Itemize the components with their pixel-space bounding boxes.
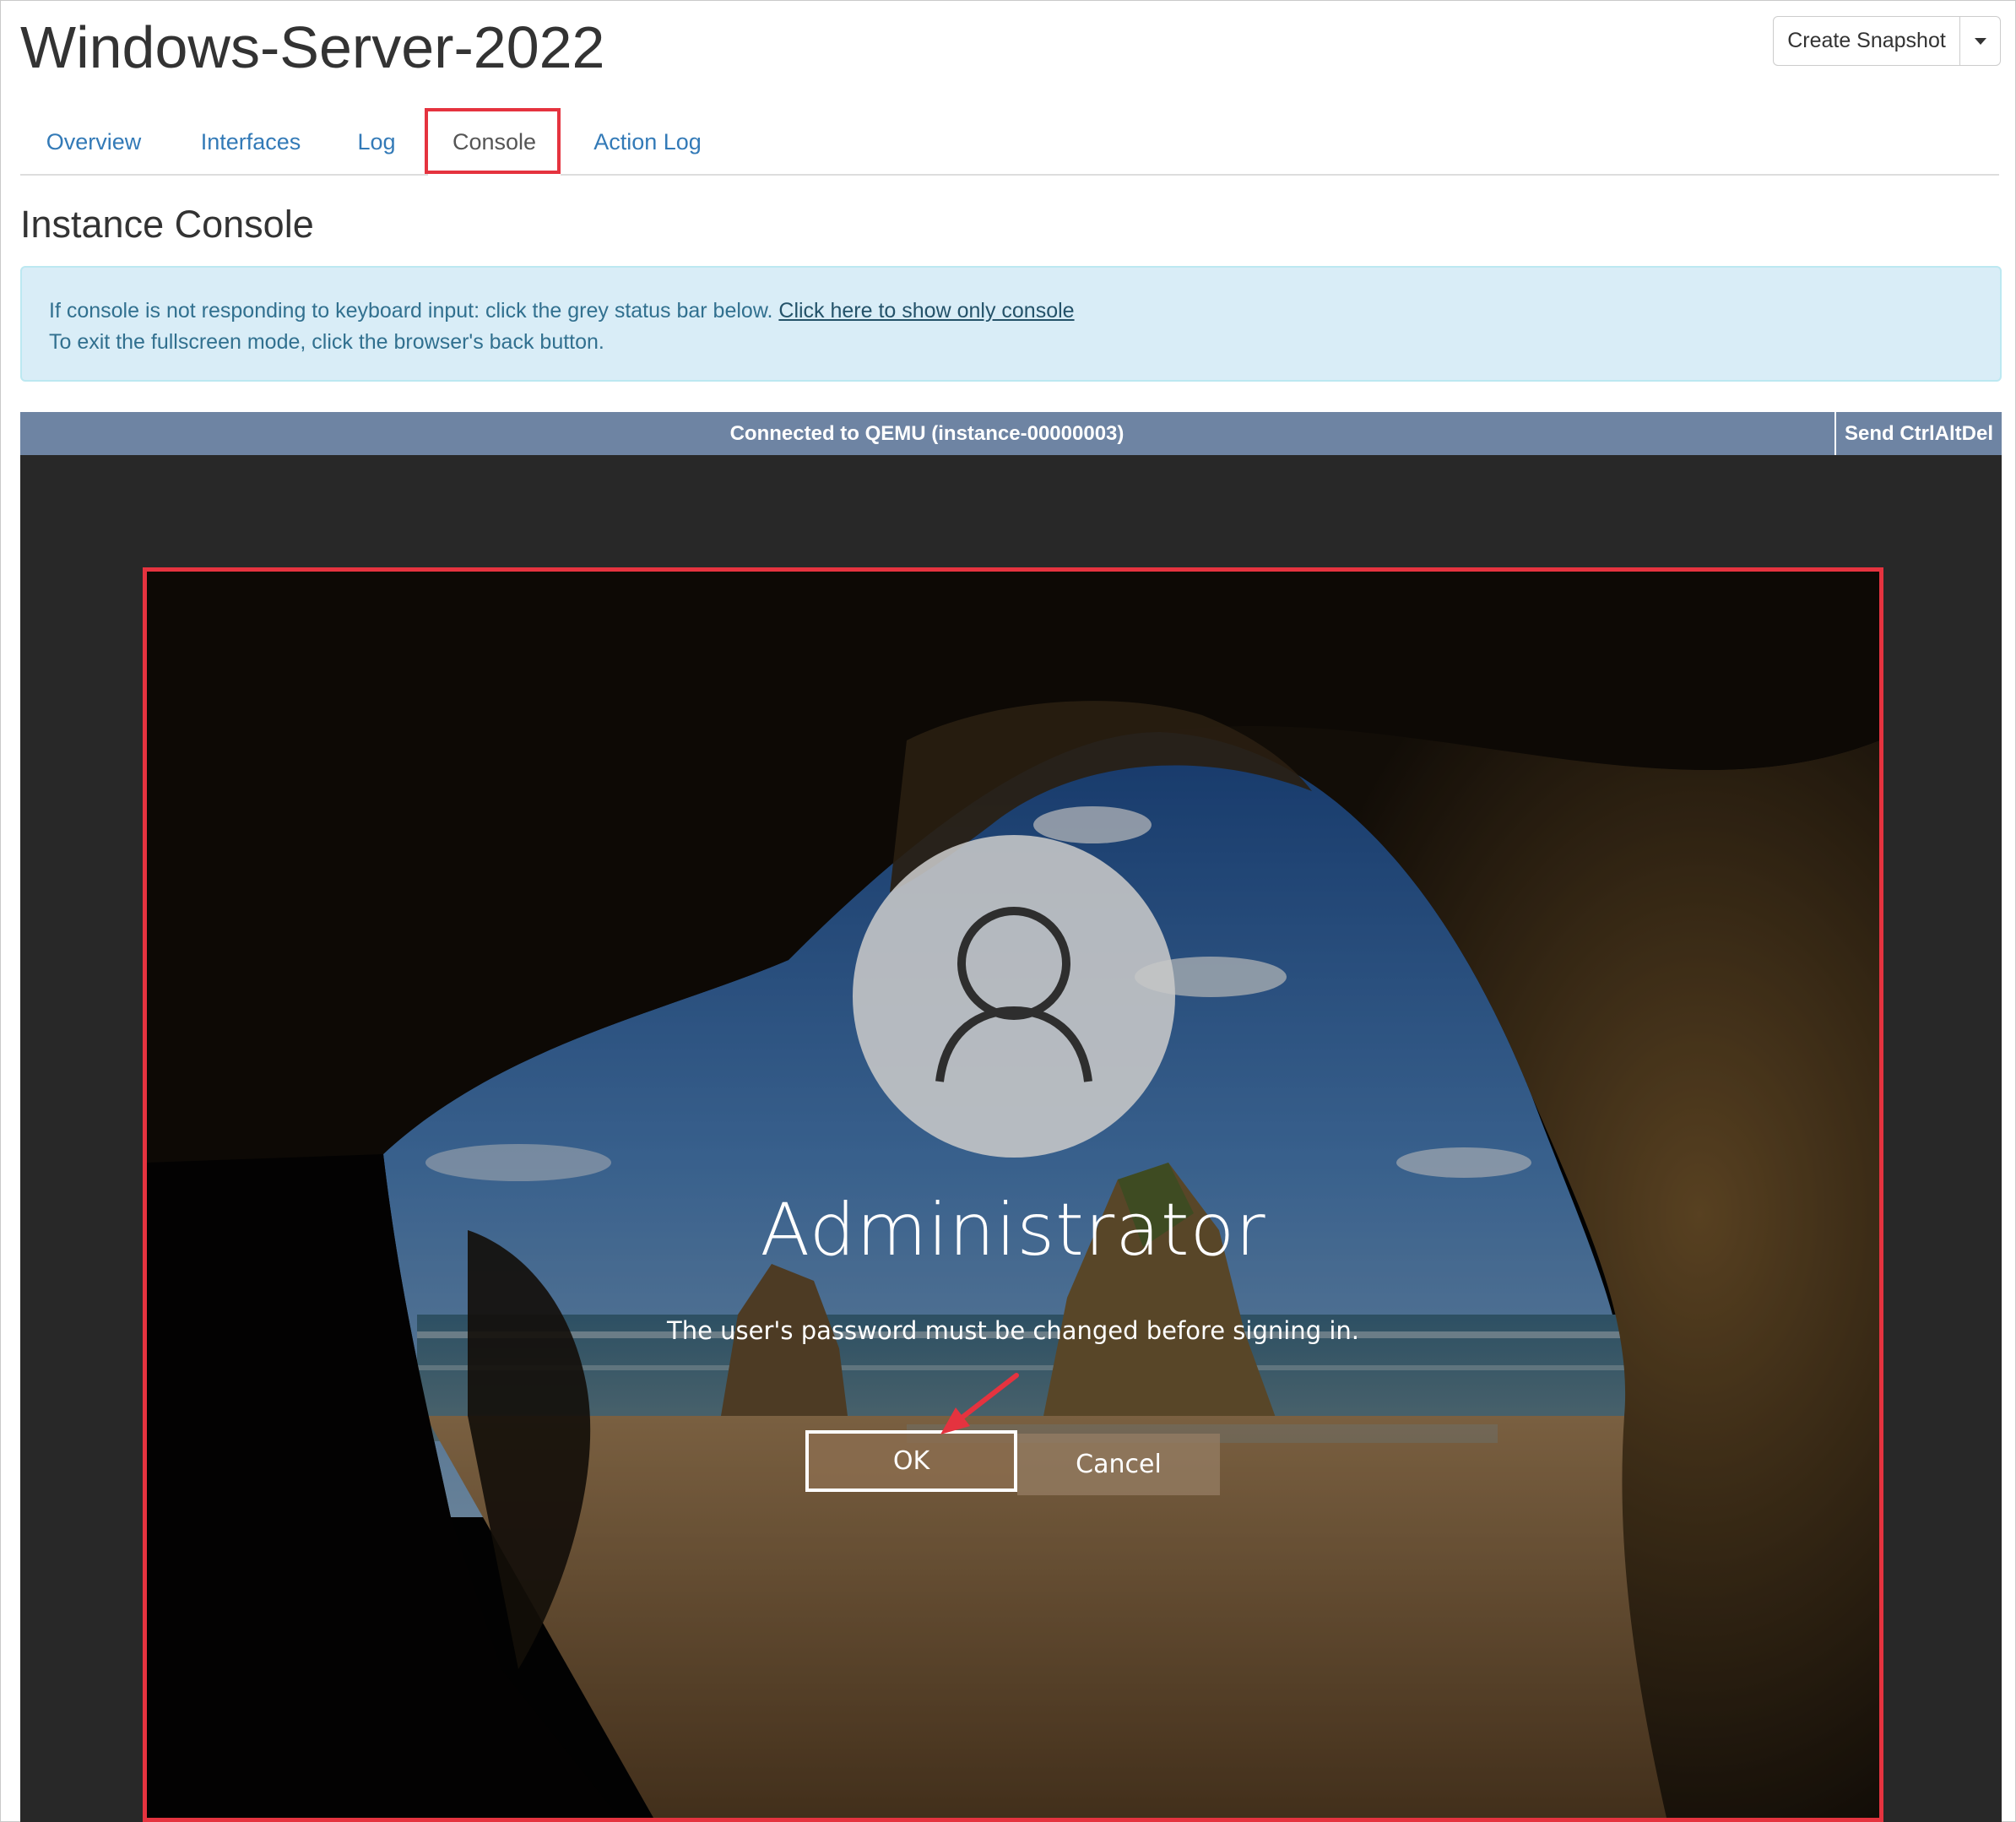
page-title: Windows-Server-2022 (20, 14, 605, 80)
create-snapshot-button[interactable]: Create Snapshot (1773, 16, 1960, 66)
caret-down-icon (1974, 37, 1986, 45)
snapshot-button-group: Create Snapshot (1773, 16, 2001, 66)
console-status-bar[interactable]: Connected to QEMU (instance-00000003) Se… (20, 412, 2002, 455)
info-alert: If console is not responding to keyboard… (20, 266, 2002, 382)
user-avatar (853, 835, 1175, 1158)
password-change-message: The user's password must be changed befo… (667, 1316, 1359, 1345)
cancel-button[interactable]: Cancel (1017, 1434, 1220, 1495)
alert-line-2: To exit the fullscreen mode, click the b… (49, 330, 604, 354)
tab-overview[interactable]: Overview (20, 108, 167, 176)
user-avatar-icon (935, 907, 1092, 1082)
tab-log[interactable]: Log (334, 108, 419, 176)
show-only-console-link[interactable]: Click here to show only console (778, 299, 1074, 323)
tab-console[interactable]: Console (428, 108, 561, 176)
tab-bar: Overview Interfaces Log Console Action L… (20, 108, 1999, 176)
tab-action-log[interactable]: Action Log (572, 108, 723, 176)
snapshot-dropdown-toggle[interactable] (1960, 16, 2001, 66)
connection-status[interactable]: Connected to QEMU (instance-00000003) (20, 412, 1834, 455)
vm-screen[interactable]: Administrator The user's password must b… (143, 567, 1883, 1822)
user-name: Administrator (760, 1188, 1266, 1272)
alert-text-1: If console is not responding to keyboard… (49, 299, 773, 323)
ok-button[interactable]: OK (805, 1430, 1017, 1492)
section-title: Instance Console (20, 203, 314, 246)
tab-interfaces[interactable]: Interfaces (179, 108, 322, 176)
send-ctrl-alt-del-button[interactable]: Send CtrlAltDel (1834, 412, 2002, 455)
alert-line-1: If console is not responding to keyboard… (49, 296, 2000, 327)
